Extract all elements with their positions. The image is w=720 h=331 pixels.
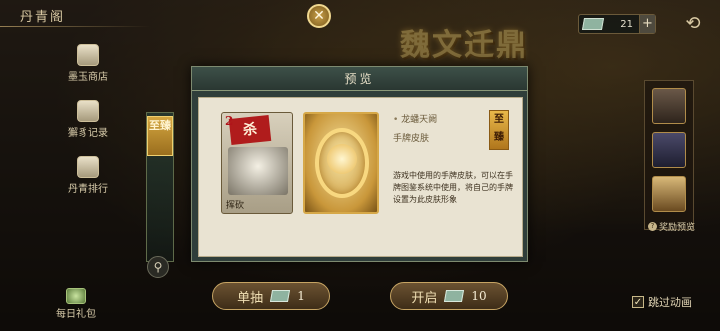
skip-animation-toggle[interactable]: ✓ 跳过动画 [632, 294, 692, 310]
modal-title: 预览 [192, 67, 527, 91]
card-skill-label: 挥砍 [226, 201, 245, 211]
ticket-icon [270, 290, 291, 302]
nav-label: 丹青排行 [68, 184, 108, 195]
single-draw-cost: 1 [297, 289, 305, 303]
modal-body: 杀 2 挥砍 龙蟠天阙 手牌皮肤 至臻 游戏中使用的手牌皮肤，可以在手牌图鉴系统… [198, 97, 523, 257]
nav-item-ranking[interactable]: 丹青排行 [48, 156, 128, 202]
record-scroll-icon [77, 100, 99, 122]
single-draw-label: 单抽 [237, 290, 264, 306]
rank-tag: 至臻 [489, 110, 509, 150]
card-preview-front: 杀 2 挥砍 [221, 112, 293, 214]
ticket-count: 21 [620, 18, 633, 30]
ticket-currency: 21 + [578, 14, 656, 34]
nav-item-jade-shop[interactable]: 墨玉商店 [48, 44, 128, 90]
gift-icon [66, 288, 86, 304]
daily-gift-label: 每日礼包 [56, 309, 96, 320]
skin-description: 游戏中使用的手牌皮肤，可以在手牌图鉴系统中使用，将自己的手牌设置为此皮肤形象 [393, 171, 513, 204]
ranking-icon [77, 156, 99, 178]
open-label: 开启 [411, 290, 438, 306]
jade-shop-icon [77, 44, 99, 66]
skip-animation-label: 跳过动画 [648, 296, 692, 309]
close-icon[interactable]: ✕ [307, 4, 331, 28]
ticket-icon [581, 18, 605, 30]
search-icon[interactable]: ⚲ [147, 256, 169, 278]
general-portrait[interactable] [652, 132, 686, 168]
card-artwork [228, 147, 288, 195]
card-preview-back [303, 112, 379, 214]
preview-modal: 预览 杀 2 挥砍 龙蟠天阙 手牌皮肤 至臻 游戏中使用的手牌皮肤，可以在手牌图… [191, 66, 528, 262]
title-underline [0, 26, 150, 27]
help-icon: ? [648, 222, 657, 231]
general-portrait[interactable] [652, 176, 686, 212]
nav-label: 墨玉商店 [68, 72, 108, 83]
nav-item-records[interactable]: 獬豸记录 [48, 100, 128, 146]
daily-gift-button[interactable]: 每日礼包 [48, 288, 104, 320]
rank-badge: 至臻 [147, 116, 173, 156]
add-currency-button[interactable]: + [639, 15, 655, 33]
page-title: 丹青阁 [20, 10, 66, 25]
back-button[interactable]: ⟲ [674, 12, 712, 36]
card-rank: 2 [225, 114, 234, 128]
ticket-icon [444, 290, 465, 302]
checkbox[interactable]: ✓ [632, 296, 644, 308]
left-nav: 墨玉商店 獬豸记录 丹青排行 [48, 44, 128, 212]
sun-emblem [327, 144, 357, 174]
single-draw-button[interactable]: 单抽 1 [212, 282, 330, 310]
reward-preview-button[interactable]: ? 奖励预览 [648, 220, 695, 233]
open-cost: 10 [471, 289, 487, 303]
card-name: 杀 [228, 114, 272, 146]
open-ten-button[interactable]: 开启 10 [390, 282, 508, 310]
reward-preview-label: 奖励预览 [659, 223, 696, 233]
general-portrait[interactable] [652, 88, 686, 124]
nav-label: 獬豸记录 [68, 128, 108, 139]
